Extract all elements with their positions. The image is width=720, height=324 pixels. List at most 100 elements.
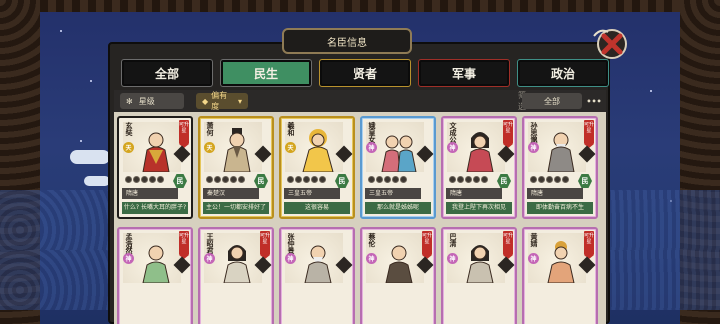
rank-badge: 天 bbox=[123, 142, 134, 153]
star-rating bbox=[287, 176, 326, 183]
minister-portrait bbox=[466, 132, 494, 172]
minister-portrait bbox=[547, 132, 575, 172]
dynasty-label: 隋唐 bbox=[446, 188, 502, 199]
settings-icon: ✻ bbox=[126, 96, 133, 106]
tab-sage[interactable]: 贤者 bbox=[319, 59, 411, 87]
rank-badge: 神 bbox=[447, 142, 458, 153]
rank-badge: 天 bbox=[285, 142, 296, 153]
dynasty-label: 三皇五帝 bbox=[365, 188, 421, 199]
minister-name: 王昭君 bbox=[206, 233, 214, 254]
minister-portrait bbox=[302, 129, 334, 172]
minister-portrait bbox=[142, 132, 170, 172]
cloud bbox=[70, 150, 110, 164]
top-frame-border bbox=[0, 0, 720, 12]
upgrade-ribbon: 可升星 bbox=[179, 231, 189, 259]
upgrade-ribbon: 可升星 bbox=[503, 231, 513, 259]
minister-portrait bbox=[223, 245, 251, 283]
minister-name: 羲和 bbox=[287, 122, 295, 136]
upgrade-ribbon: 可升星 bbox=[179, 120, 189, 148]
rank-badge: 神 bbox=[285, 253, 296, 264]
tab-military[interactable]: 军事 bbox=[418, 59, 510, 87]
rank-badge: 神 bbox=[204, 253, 215, 264]
minister-portrait bbox=[547, 241, 575, 283]
type-badge: 民 bbox=[578, 174, 592, 188]
tab-politics[interactable]: 政治 bbox=[517, 59, 609, 87]
rank-badge: 神 bbox=[366, 253, 377, 264]
type-badge: 民 bbox=[497, 174, 511, 188]
minister-card[interactable]: 蔡伦 神 可升星 bbox=[360, 227, 436, 324]
page-title: 名臣信息 bbox=[282, 28, 412, 54]
upgrade-ribbon: 可升星 bbox=[584, 231, 594, 259]
minister-name: 张仲景 bbox=[287, 233, 295, 254]
more-icon[interactable]: ••• bbox=[586, 93, 602, 109]
minister-card[interactable]: 王昭君 神 可升星 bbox=[198, 227, 274, 324]
quote-banner: 主公！一切都安排好了 bbox=[203, 202, 269, 214]
rank-badge: 神 bbox=[366, 142, 377, 153]
minister-name: 巴清 bbox=[449, 233, 457, 247]
quote-banner: 这很容易 bbox=[284, 202, 350, 214]
upgrade-ribbon: 可升星 bbox=[422, 231, 432, 259]
filter-dropdown[interactable]: 全部 bbox=[522, 93, 582, 109]
tab-all[interactable]: 全部 bbox=[121, 59, 213, 87]
quote-banner: 我登上陛下再次相见 bbox=[446, 202, 512, 214]
minister-portrait bbox=[385, 245, 413, 283]
minister-card[interactable]: 羲和 天 民 三皇五帝 这很容易 bbox=[279, 116, 355, 219]
minister-card-grid: 玄奘 天 可升星 民 隋唐 什么? 长嘴大耳的胖子? 萧何 天 民 秦楚汉 主公… bbox=[117, 116, 605, 324]
card-list-area: ✻ 星级 ◆ 偏有度 ▾ 筛选: 全部 ••• 玄奘 天 可升星 民 隋唐 什么… bbox=[114, 90, 606, 324]
star bbox=[90, 80, 92, 82]
type-badge: 民 bbox=[335, 174, 349, 188]
dynasty-label: 隋唐 bbox=[122, 188, 178, 199]
minister-card[interactable]: 玄奘 天 可升星 民 隋唐 什么? 长嘴大耳的胖子? bbox=[117, 116, 193, 219]
sort-star-button[interactable]: ✻ 星级 bbox=[120, 93, 184, 109]
cloud bbox=[84, 176, 110, 186]
minister-card[interactable]: 文成公主 神 可升星 民 隋唐 我登上陛下再次相见 bbox=[441, 116, 517, 219]
star-rating bbox=[530, 176, 569, 183]
rank-badge: 神 bbox=[123, 253, 134, 264]
sort-label: 星级 bbox=[138, 96, 155, 106]
minister-portrait bbox=[466, 245, 494, 283]
upgrade-ribbon: 可升星 bbox=[503, 120, 513, 148]
star bbox=[80, 140, 82, 142]
quote-banner: 即体勤奋百病不生 bbox=[527, 202, 593, 214]
type-badge: 民 bbox=[173, 174, 187, 188]
minister-name: 孙思邈 bbox=[530, 122, 538, 143]
type-badge: 民 bbox=[254, 174, 268, 188]
rank-badge: 神 bbox=[528, 142, 539, 153]
star-rating bbox=[206, 176, 245, 183]
star bbox=[60, 30, 62, 32]
rank-badge: 神 bbox=[447, 253, 458, 264]
category-tabs: 全部 民生 贤者 军事 政治 bbox=[121, 59, 612, 87]
dynasty-label: 三皇五帝 bbox=[284, 188, 340, 199]
minister-portrait bbox=[304, 245, 332, 283]
tab-livelihood[interactable]: 民生 bbox=[220, 59, 312, 87]
minister-card[interactable]: 孙思邈 神 可升星 民 隋唐 即体勤奋百病不生 bbox=[522, 116, 598, 219]
star-rating bbox=[368, 176, 407, 183]
dynasty-label: 秦楚汉 bbox=[203, 188, 259, 199]
minister-portrait bbox=[381, 135, 417, 172]
minister-portrait bbox=[223, 128, 251, 172]
minister-name: 蔡伦 bbox=[368, 233, 376, 247]
minister-name: 孟浩然 bbox=[125, 233, 133, 254]
star-rating bbox=[125, 176, 164, 183]
minister-card[interactable]: 巴清 神 可升星 bbox=[441, 227, 517, 324]
upgrade-ribbon: 可升星 bbox=[260, 231, 270, 259]
filter-bar: ✻ 星级 ◆ 偏有度 ▾ 筛选: 全部 ••• bbox=[114, 90, 606, 112]
minister-name: 萧何 bbox=[206, 122, 214, 136]
rank-badge: 天 bbox=[204, 142, 215, 153]
sort-favor-button[interactable]: ◆ 偏有度 ▾ bbox=[196, 91, 248, 111]
star bbox=[650, 90, 652, 92]
close-icon[interactable] bbox=[592, 26, 632, 60]
chevron-down-icon: ▾ bbox=[237, 96, 242, 106]
minister-name: 玄奘 bbox=[125, 122, 133, 136]
diamond-icon: ◆ bbox=[202, 96, 209, 106]
dynasty-label: 隋唐 bbox=[527, 188, 583, 199]
minister-card[interactable]: 张仲景 神 bbox=[279, 227, 355, 324]
star-rating bbox=[449, 176, 488, 183]
rank-badge: 神 bbox=[528, 253, 539, 264]
minister-portrait bbox=[142, 245, 170, 283]
minister-card[interactable]: 孟浩然 神 可升星 bbox=[117, 227, 193, 324]
minister-card[interactable]: 黄婧 神 可升星 bbox=[522, 227, 598, 324]
minister-card[interactable]: 娥皇女英 神 三皇五帝 那么就是姊姊呢 bbox=[360, 116, 436, 219]
minister-card[interactable]: 萧何 天 民 秦楚汉 主公！一切都安排好了 bbox=[198, 116, 274, 219]
upgrade-ribbon: 可升星 bbox=[584, 120, 594, 148]
